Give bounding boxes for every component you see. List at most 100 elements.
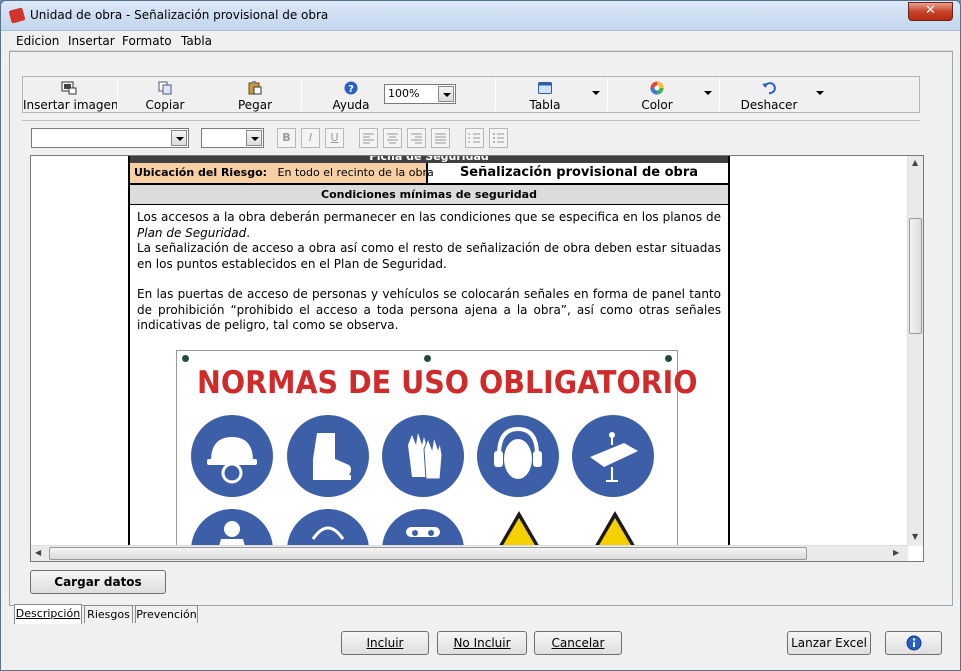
undo-button[interactable]: Deshacer bbox=[727, 77, 811, 113]
vertical-scrollbar[interactable]: ▲ ▼ bbox=[907, 156, 923, 546]
warning-triangle-icon bbox=[497, 511, 541, 549]
main-window: Unidad de obra - Señalización provisiona… bbox=[0, 0, 961, 671]
document-header: Ficha de Seguridad bbox=[130, 156, 728, 163]
paragraph-text: Los accesos a la obra deberán permanecer… bbox=[137, 210, 721, 224]
align-left-icon bbox=[363, 133, 374, 144]
horizontal-scroll-thumb[interactable] bbox=[49, 547, 807, 560]
align-left-button[interactable] bbox=[359, 128, 378, 148]
undo-label: Deshacer bbox=[740, 98, 798, 112]
document-page: Ficha de Seguridad Ubicación del Riesgo:… bbox=[128, 156, 730, 561]
safety-boot-icon bbox=[287, 415, 369, 497]
justify-icon bbox=[435, 133, 446, 144]
bullet-list-button[interactable] bbox=[489, 128, 508, 148]
close-button[interactable]: ✕ bbox=[908, 2, 953, 21]
align-right-icon bbox=[411, 133, 422, 144]
paragraph-doors: En las puertas de acceso de personas y v… bbox=[137, 287, 721, 332]
paragraph-signage: La señalización de acceso a obra así com… bbox=[137, 241, 721, 271]
sign-title: NORMAS DE USO OBLIGATORIO bbox=[197, 365, 698, 401]
paste-button[interactable]: Pegar bbox=[213, 77, 297, 113]
bold-button[interactable]: B bbox=[277, 128, 296, 148]
chevron-down-icon[interactable] bbox=[246, 130, 262, 146]
location-label: Ubicación del Riesgo: bbox=[134, 166, 268, 179]
location-cell: Ubicación del Riesgo: En todo el recinto… bbox=[130, 163, 434, 183]
table-button[interactable]: Tabla bbox=[503, 77, 587, 113]
chevron-down-icon[interactable] bbox=[438, 86, 454, 102]
document-body: Los accesos a la obra deberán permanecer… bbox=[137, 210, 721, 334]
paragraph-italic: Plan de Seguridad bbox=[137, 225, 247, 240]
align-right-button[interactable] bbox=[407, 128, 426, 148]
info-button[interactable] bbox=[885, 631, 942, 655]
scroll-up-icon[interactable]: ▲ bbox=[912, 158, 918, 167]
table-label: Tabla bbox=[529, 98, 561, 112]
color-wheel-icon bbox=[650, 81, 664, 95]
color-dropdown-icon[interactable] bbox=[704, 91, 712, 95]
app-icon bbox=[8, 7, 26, 24]
sign-hole bbox=[665, 355, 672, 362]
underline-button[interactable]: U bbox=[325, 128, 344, 148]
not-include-button[interactable]: No Incluir bbox=[437, 631, 527, 655]
font-family-select[interactable] bbox=[31, 128, 189, 148]
copy-label: Copiar bbox=[145, 98, 185, 112]
color-button[interactable]: Color bbox=[615, 77, 699, 113]
zoom-value: 100% bbox=[388, 87, 420, 100]
menu-bar: Edicion Insertar Formato Tabla bbox=[9, 32, 953, 51]
copy-icon bbox=[158, 81, 172, 95]
table-icon bbox=[538, 82, 552, 94]
vertical-scroll-thumb[interactable] bbox=[909, 218, 922, 334]
insert-image-label: Insertar imagen bbox=[23, 98, 119, 112]
font-size-select[interactable] bbox=[201, 128, 264, 148]
undo-icon bbox=[762, 82, 776, 95]
copy-button[interactable]: Copiar bbox=[123, 77, 207, 113]
section-title: Condiciones mínimas de seguridad bbox=[130, 185, 728, 205]
toolbar-divider bbox=[22, 120, 920, 121]
paste-label: Pegar bbox=[237, 98, 273, 112]
paste-icon bbox=[248, 81, 262, 95]
help-label: Ayuda bbox=[332, 98, 370, 112]
menu-edicion[interactable]: Edicion bbox=[16, 34, 59, 48]
align-center-button[interactable] bbox=[383, 128, 402, 148]
launch-excel-button[interactable]: Lanzar Excel bbox=[787, 631, 871, 655]
scroll-left-icon[interactable]: ◀ bbox=[35, 548, 41, 557]
toolbar-separator bbox=[117, 79, 118, 111]
paragraph-access: Los accesos a la obra deberán permanecer… bbox=[137, 210, 721, 241]
mandatory-signs-image: NORMAS DE USO OBLIGATORIO bbox=[176, 350, 698, 561]
cancel-button[interactable]: Cancelar bbox=[534, 631, 622, 655]
paragraph-blank bbox=[137, 272, 721, 287]
insert-image-button[interactable]: Insertar imagen bbox=[23, 77, 119, 113]
toolbar-separator bbox=[301, 79, 302, 111]
insert-image-icon bbox=[61, 81, 77, 95]
scroll-right-icon[interactable]: ▶ bbox=[893, 548, 899, 557]
location-row: Ubicación del Riesgo: En todo el recinto… bbox=[130, 163, 728, 185]
include-button[interactable]: Incluir bbox=[341, 631, 429, 655]
chevron-down-icon[interactable] bbox=[171, 130, 187, 146]
toolbar-separator bbox=[719, 79, 720, 111]
zoom-select[interactable]: 100% bbox=[384, 84, 456, 104]
menu-insertar[interactable]: Insertar bbox=[68, 34, 115, 48]
info-icon bbox=[906, 635, 921, 651]
client-area: Insertar imagen Copiar Pegar ? Ayuda 100… bbox=[9, 51, 953, 606]
tab-descripcion[interactable]: Descripción bbox=[14, 604, 82, 624]
toolbar-separator bbox=[495, 79, 496, 111]
numbered-list-button[interactable] bbox=[465, 128, 484, 148]
tab-riesgos[interactable]: Riesgos bbox=[84, 605, 133, 623]
toolbar: Insertar imagen Copiar Pegar ? Ayuda 100… bbox=[22, 76, 920, 113]
numbered-list-icon bbox=[468, 133, 480, 143]
unit-title: Señalización provisional de obra bbox=[459, 165, 699, 180]
justify-button[interactable] bbox=[431, 128, 450, 148]
table-dropdown-icon[interactable] bbox=[592, 91, 600, 95]
tab-prevencion[interactable]: Prevención bbox=[135, 605, 198, 623]
help-button[interactable]: ? Ayuda bbox=[313, 77, 389, 113]
sign-hole bbox=[182, 355, 189, 362]
safety-harness-icon bbox=[572, 415, 654, 497]
load-data-button[interactable]: Cargar datos bbox=[30, 570, 166, 594]
gloves-icon bbox=[382, 415, 464, 497]
align-center-icon bbox=[387, 133, 398, 144]
menu-tabla[interactable]: Tabla bbox=[181, 34, 212, 48]
window-title: Unidad de obra - Señalización provisiona… bbox=[30, 8, 329, 22]
undo-dropdown-icon[interactable] bbox=[816, 91, 824, 95]
menu-formato[interactable]: Formato bbox=[122, 34, 172, 48]
horizontal-scrollbar[interactable]: ◀ ▶ bbox=[31, 545, 908, 561]
document-editor[interactable]: Ficha de Seguridad Ubicación del Riesgo:… bbox=[30, 155, 924, 562]
italic-button[interactable]: I bbox=[301, 128, 320, 148]
scroll-down-icon[interactable]: ▼ bbox=[912, 532, 918, 541]
